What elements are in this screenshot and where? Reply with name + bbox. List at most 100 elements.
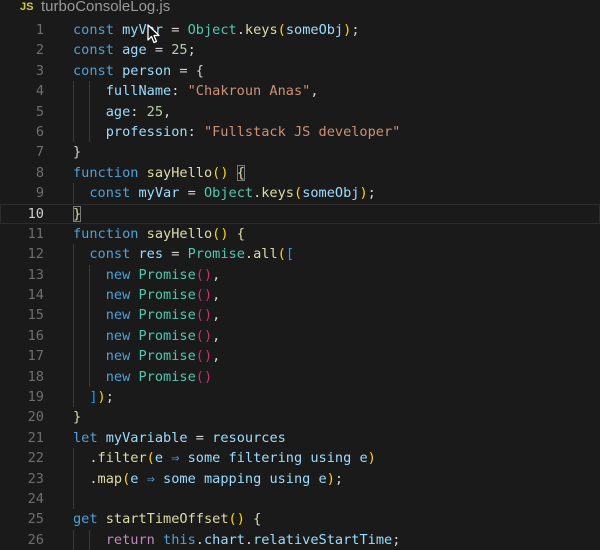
code-line[interactable]: 23 .map(e ⇒ some mapping using e); bbox=[0, 469, 600, 489]
line-code: new Promise(), bbox=[73, 305, 221, 325]
code-token: someObj bbox=[302, 185, 360, 202]
line-number: 3 bbox=[35, 62, 44, 79]
code-line[interactable]: 8 function sayHello() { bbox=[0, 163, 600, 183]
code-token: new bbox=[105, 266, 131, 283]
code-token: fullName bbox=[105, 83, 172, 100]
code-line[interactable]: 26 return this.chart.relativeStartTime; bbox=[0, 530, 600, 550]
line-code: } bbox=[73, 407, 81, 427]
code-line[interactable]: 2 const age = 25; bbox=[0, 40, 600, 60]
code-token: const bbox=[89, 185, 131, 202]
code-token: : bbox=[171, 83, 188, 100]
code-line[interactable]: 18 new Promise() bbox=[0, 367, 600, 387]
code-token: : bbox=[130, 103, 147, 120]
line-number: 5 bbox=[35, 103, 44, 120]
code-token: keys bbox=[261, 185, 294, 202]
code-line[interactable]: 12 const res = Promise.all([ bbox=[0, 244, 600, 264]
code-token: = bbox=[146, 42, 172, 59]
indent-guide bbox=[89, 102, 105, 122]
code-line[interactable]: 14 new Promise(), bbox=[0, 285, 600, 305]
line-number: 10 bbox=[27, 205, 44, 222]
code-line[interactable]: 10} bbox=[0, 203, 600, 224]
code-token: new bbox=[105, 287, 131, 304]
code-token: () bbox=[195, 327, 213, 344]
code-line[interactable]: 24 bbox=[0, 489, 600, 509]
code-token: { bbox=[236, 164, 245, 181]
line-number: 16 bbox=[27, 327, 44, 344]
code-token: = bbox=[179, 185, 204, 202]
code-line[interactable]: 21 let myVariable = resources bbox=[0, 428, 600, 448]
code-line[interactable]: 4 fullName: "Chakroun Anas", bbox=[0, 81, 600, 101]
editor-tab[interactable]: JS turboConsoleLog.js bbox=[0, 0, 600, 18]
code-line[interactable]: 7} bbox=[0, 142, 600, 162]
code-line[interactable]: 11 function sayHello() { bbox=[0, 224, 600, 244]
code-token: = bbox=[171, 62, 196, 79]
code-line[interactable]: 6 profession: "Fullstack JS developer" bbox=[0, 122, 600, 142]
mouse-pointer-icon bbox=[147, 24, 160, 44]
code-editor[interactable]: 1 const myVar = Object.keys(someObj); 2 con… bbox=[0, 20, 600, 550]
line-code: } bbox=[73, 204, 82, 224]
code-token: resources bbox=[212, 429, 286, 446]
code-line[interactable]: 25 get startTimeOffset() { bbox=[0, 509, 600, 529]
indent-guide bbox=[73, 530, 89, 550]
code-token: { bbox=[195, 62, 204, 79]
line-code: } bbox=[73, 142, 81, 162]
line-number: 23 bbox=[27, 470, 44, 487]
indent-guide bbox=[73, 367, 89, 387]
indent-guide bbox=[89, 367, 105, 387]
code-token: , bbox=[310, 83, 319, 100]
code-line[interactable]: 13 new Promise(), bbox=[0, 265, 600, 285]
code-token: ; bbox=[334, 470, 344, 487]
indent-guide bbox=[73, 183, 89, 203]
code-token: someObj bbox=[285, 22, 344, 38]
code-token: () bbox=[228, 511, 245, 528]
code-line[interactable]: 20} bbox=[0, 407, 600, 427]
code-line[interactable]: 22 .filter(e ⇒ some filtering using e) bbox=[0, 448, 600, 468]
code-line[interactable]: 3 const person = { bbox=[0, 61, 600, 81]
line-code: function sayHello() { bbox=[73, 163, 245, 183]
line-code: const res = Promise.all([ bbox=[73, 244, 294, 264]
code-token: map bbox=[97, 470, 123, 487]
indent-guide bbox=[89, 122, 105, 142]
code-token: { bbox=[253, 511, 262, 528]
indent-guide bbox=[89, 81, 105, 101]
line-number: 2 bbox=[35, 42, 44, 59]
indent-guide bbox=[73, 326, 89, 346]
code-token: [ bbox=[285, 246, 295, 263]
code-token: keys bbox=[244, 22, 278, 38]
code-token: Object bbox=[203, 185, 254, 202]
indent-guide bbox=[73, 285, 89, 305]
file-name: turboConsoleLog.js bbox=[41, 0, 171, 15]
code-token: "Chakroun Anas" bbox=[187, 83, 311, 100]
line-number: 4 bbox=[35, 83, 44, 100]
code-token: person bbox=[122, 62, 172, 79]
code-line[interactable]: 15 new Promise(), bbox=[0, 305, 600, 325]
code-token: all bbox=[253, 246, 278, 263]
code-token: = bbox=[163, 246, 188, 263]
code-token: new bbox=[105, 368, 131, 385]
code-line[interactable]: 19 ]); bbox=[0, 387, 600, 407]
line-code: const person = { bbox=[73, 61, 204, 81]
code-line[interactable]: 9 const myVar = Object.keys(someObj); bbox=[0, 183, 600, 203]
code-token: function bbox=[73, 225, 139, 242]
line-code: new Promise(), bbox=[73, 326, 221, 346]
indent-guide bbox=[73, 81, 89, 101]
code-token: ) bbox=[367, 450, 376, 467]
indent-guide bbox=[73, 305, 89, 325]
code-token: ⇒ bbox=[138, 470, 164, 487]
code-token: ; bbox=[187, 42, 196, 59]
line-number: 19 bbox=[27, 389, 44, 406]
code-line[interactable]: 16 new Promise(), bbox=[0, 326, 600, 346]
line-number: 12 bbox=[27, 246, 44, 263]
line-number: 20 bbox=[27, 409, 44, 426]
line-number: 13 bbox=[27, 266, 44, 283]
code-line[interactable]: 1 const myVar = Object.keys(someObj); bbox=[0, 20, 600, 40]
code-line[interactable]: 5 age: 25, bbox=[0, 102, 600, 122]
code-token: sayHello bbox=[146, 164, 213, 181]
code-line[interactable]: 17 new Promise(), bbox=[0, 346, 600, 366]
line-number: 25 bbox=[27, 511, 44, 528]
indent-guide bbox=[73, 346, 89, 366]
code-token: age bbox=[105, 103, 131, 120]
code-token: () bbox=[212, 225, 229, 242]
